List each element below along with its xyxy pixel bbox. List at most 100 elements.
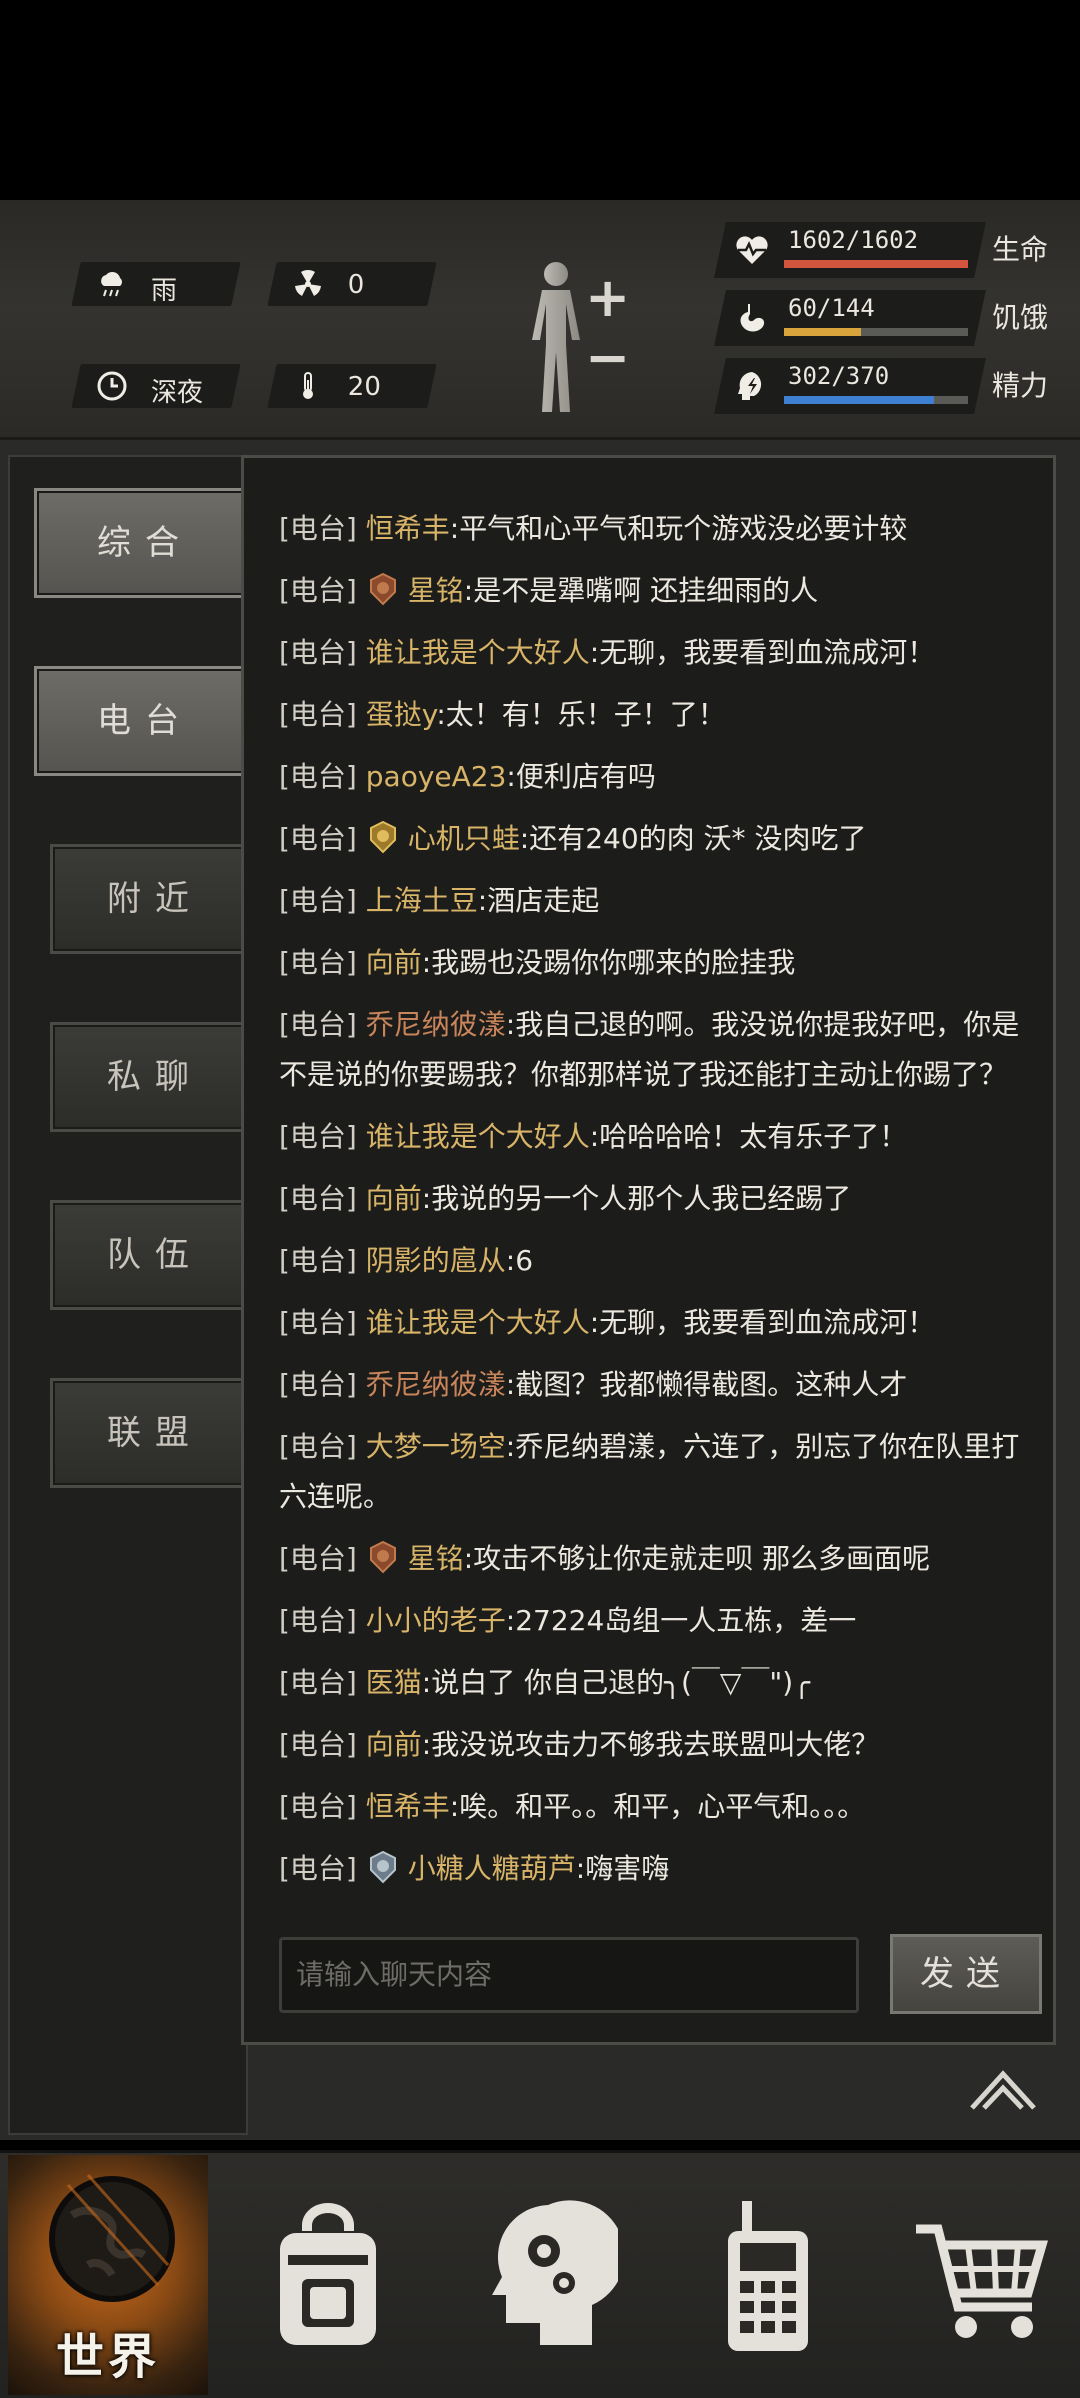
- message-text: :无聊，我要看到血流成河！: [589, 1306, 936, 1339]
- message-username[interactable]: 小小的老子: [366, 1604, 506, 1637]
- message-text: :还有240的肉 沃* 没肉吃了: [519, 822, 867, 855]
- radiation-icon: [292, 268, 324, 300]
- message-channel: [电台]: [279, 1852, 357, 1885]
- message-username[interactable]: 谁让我是个大好人: [366, 636, 590, 669]
- chat-message[interactable]: [电台] 大梦一场空:乔尼纳碧漾，六连了，别忘了你在队里打六连呢。: [279, 1422, 1039, 1522]
- message-username[interactable]: 向前: [366, 946, 422, 979]
- plus-minus-icon[interactable]: + −: [585, 268, 630, 388]
- chat-message[interactable]: [电台] 乔尼纳彼漾:我自己退的啊。我没说你提我好吧，你是不是说的你要踢我？你都…: [279, 1000, 1039, 1100]
- tab-alliance[interactable]: 联盟: [50, 1378, 260, 1488]
- message-text: :无聊，我要看到血流成河！: [589, 636, 936, 669]
- chat-message[interactable]: [电台] 上海土豆:酒店走起: [279, 870, 1039, 932]
- message-username[interactable]: 星铭: [408, 1542, 464, 1575]
- message-text: :说白了 你自己退的╮(￣▽￣")╭: [421, 1666, 811, 1699]
- chat-message[interactable]: [电台] 蛋挞y:太！有！乐！子！了！: [279, 684, 1039, 746]
- chat-message[interactable]: [电台] 向前:我说的另一个人那个人我已经踢了: [279, 1168, 1039, 1230]
- heartbeat-icon: [734, 232, 770, 268]
- message-text: :唉。和平。。和平，心平气和。。。: [449, 1790, 866, 1823]
- message-text: :平气和心平气和玩个游戏没必要计较: [449, 512, 908, 545]
- chat-message[interactable]: [电台] 星铭:是不是犟嘴啊 还挂细雨的人: [279, 560, 1039, 622]
- message-text: :嗨害嗨: [575, 1852, 670, 1885]
- message-username[interactable]: 谁让我是个大好人: [366, 1306, 590, 1339]
- message-username[interactable]: paoyeA23: [366, 760, 507, 793]
- radio-phone-icon[interactable]: [698, 2195, 838, 2355]
- message-username[interactable]: 小糖人糖葫芦: [408, 1852, 576, 1885]
- message-username[interactable]: 向前: [366, 1728, 422, 1761]
- energy-bar: [784, 396, 968, 404]
- message-channel: [电台]: [279, 1120, 357, 1153]
- message-channel: [电台]: [279, 884, 357, 917]
- skills-head-icon[interactable]: [478, 2195, 625, 2355]
- chat-message[interactable]: [电台] 医猫:说白了 你自己退的╮(￣▽￣")╭: [279, 1652, 1039, 1714]
- message-username[interactable]: 乔尼纳彼漾: [366, 1008, 506, 1041]
- message-username[interactable]: 星铭: [408, 574, 464, 607]
- top-blank-area: [0, 0, 1080, 200]
- message-username[interactable]: 乔尼纳彼漾: [366, 1368, 506, 1401]
- chat-message[interactable]: [电台] 恒希丰:平气和心平气和玩个游戏没必要计较: [279, 498, 1039, 560]
- message-text: :我没说攻击力不够我去联盟叫大佬？: [421, 1728, 880, 1761]
- message-channel: [电台]: [279, 698, 357, 731]
- globe-icon: [49, 2174, 175, 2302]
- chat-message[interactable]: [电台] 谁让我是个大好人:无聊，我要看到血流成河！: [279, 622, 1039, 684]
- collapse-up-icon[interactable]: [968, 2068, 1038, 2112]
- radiation-value: 0: [347, 270, 365, 300]
- message-username[interactable]: 心机只蛙: [408, 822, 520, 855]
- message-channel: [电台]: [279, 822, 357, 855]
- message-username[interactable]: 上海土豆: [366, 884, 478, 917]
- thermometer-icon: [292, 370, 324, 402]
- user-rank-badge-icon: [368, 1534, 398, 1574]
- temperature-value: 20: [347, 372, 381, 402]
- energy-value: 302/370: [788, 362, 890, 390]
- message-channel: [电台]: [279, 636, 357, 669]
- chat-message[interactable]: [电台] paoyeA23:便利店有吗: [279, 746, 1039, 808]
- weather-value: 雨: [151, 276, 178, 306]
- tab-team[interactable]: 队伍: [50, 1200, 260, 1310]
- chat-input[interactable]: 请输入聊天内容: [279, 1937, 859, 2013]
- nav-world[interactable]: 世界: [8, 2155, 208, 2395]
- clock-icon: [96, 370, 128, 402]
- message-channel: [电台]: [279, 1430, 357, 1463]
- tab-general[interactable]: 综合: [34, 488, 256, 598]
- message-username[interactable]: 恒希丰: [366, 1790, 450, 1823]
- shop-cart-icon[interactable]: [910, 2195, 1050, 2355]
- tab-private[interactable]: 私聊: [50, 1022, 260, 1132]
- message-username[interactable]: 恒希丰: [366, 512, 450, 545]
- message-channel: [电台]: [279, 760, 357, 793]
- hunger-bar: [784, 328, 968, 336]
- message-username[interactable]: 阴影的扈从: [366, 1244, 506, 1277]
- message-username[interactable]: 向前: [366, 1182, 422, 1215]
- chat-message[interactable]: [电台] 向前:我踢也没踢你你哪来的脸挂我: [279, 932, 1039, 994]
- message-username[interactable]: 谁让我是个大好人: [366, 1120, 590, 1153]
- chat-message[interactable]: [电台] 谁让我是个大好人:哈哈哈哈！太有乐子了！: [279, 1106, 1039, 1168]
- chat-message[interactable]: [电台] 小小的老子:27224岛组一人五栋，差一: [279, 1590, 1039, 1652]
- message-username[interactable]: 大梦一场空: [366, 1430, 506, 1463]
- message-text: :便利店有吗: [506, 760, 656, 793]
- chat-message[interactable]: [电台] 星铭:攻击不够让你走就走呗 那么多画面呢: [279, 1528, 1039, 1590]
- health-value: 1602/1602: [788, 226, 919, 254]
- chat-message[interactable]: [电台] 向前:我没说攻击力不够我去联盟叫大佬？: [279, 1714, 1039, 1776]
- tab-nearby[interactable]: 附近: [50, 844, 260, 954]
- message-text: :截图？我都懒得截图。这种人才: [505, 1368, 908, 1401]
- send-button[interactable]: 发送: [890, 1934, 1042, 2014]
- health-bar: [784, 260, 968, 268]
- chat-message[interactable]: [电台] 恒希丰:唉。和平。。和平，心平气和。。。: [279, 1776, 1039, 1838]
- message-channel: [电台]: [279, 1244, 357, 1277]
- time-value: 深夜: [151, 378, 204, 408]
- chat-panel: [电台] 恒希丰:平气和心平气和玩个游戏没必要计较 [电台] 星铭:是不是犟嘴啊 …: [241, 455, 1056, 2045]
- chat-message[interactable]: [电台] 小糖人糖葫芦:嗨害嗨: [279, 1838, 1039, 1900]
- message-username[interactable]: 医猫: [366, 1666, 422, 1699]
- chat-message[interactable]: [电台] 乔尼纳彼漾:截图？我都懒得截图。这种人才: [279, 1354, 1039, 1416]
- message-text: :我说的另一个人那个人我已经踢了: [421, 1182, 852, 1215]
- chat-message-list[interactable]: [电台] 恒希丰:平气和心平气和玩个游戏没必要计较 [电台] 星铭:是不是犟嘴啊 …: [279, 498, 1039, 1900]
- hunger-value: 60/144: [788, 294, 875, 322]
- user-rank-badge-icon: [368, 566, 398, 606]
- backpack-icon[interactable]: [258, 2195, 398, 2355]
- message-text: :27224岛组一人五栋，差一: [505, 1604, 857, 1637]
- message-channel: [电台]: [279, 1182, 357, 1215]
- message-username[interactable]: 蛋挞y: [366, 698, 437, 731]
- chat-message[interactable]: [电台] 阴影的扈从:6: [279, 1230, 1039, 1292]
- chat-message[interactable]: [电台] 谁让我是个大好人:无聊，我要看到血流成河！: [279, 1292, 1039, 1354]
- chat-message[interactable]: [电台] 心机只蛙:还有240的肉 沃* 没肉吃了: [279, 808, 1039, 870]
- message-text: :酒店走起: [477, 884, 600, 917]
- tab-radio[interactable]: 电台: [34, 666, 256, 776]
